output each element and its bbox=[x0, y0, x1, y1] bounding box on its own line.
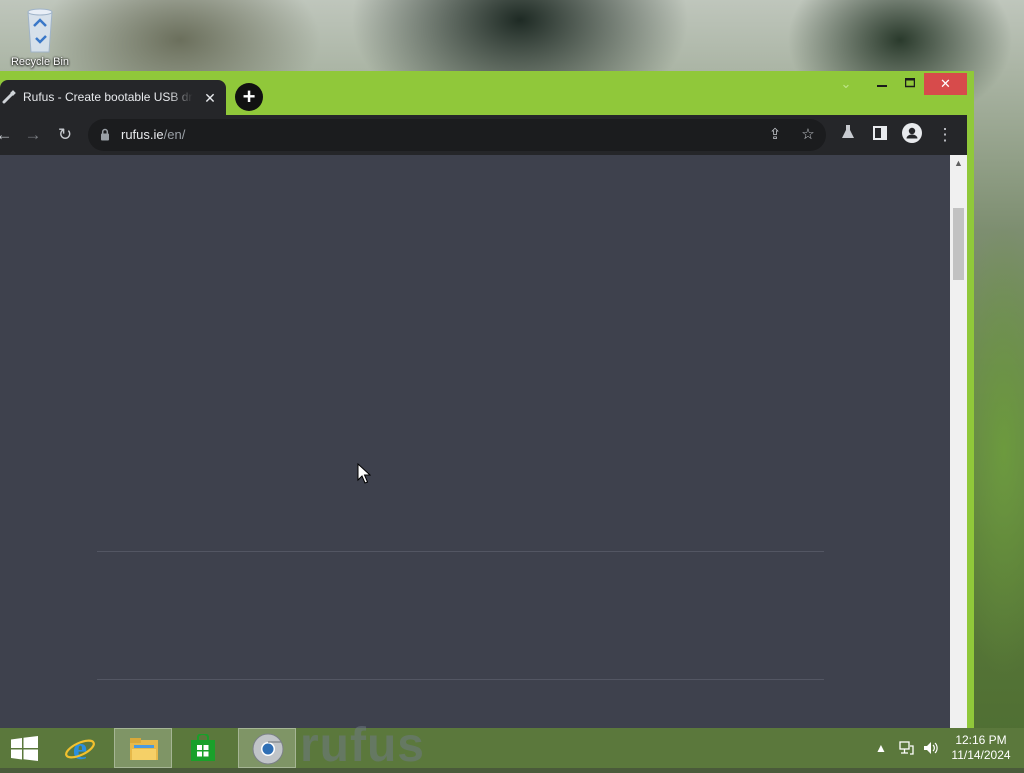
rufus-usb-icon bbox=[2, 90, 16, 104]
scroll-thumb[interactable] bbox=[953, 208, 964, 280]
profile-icon[interactable] bbox=[900, 123, 924, 147]
plus-icon: + bbox=[242, 84, 256, 109]
clock-time: 12:16 PM bbox=[955, 733, 1007, 747]
mouse-cursor-icon bbox=[357, 463, 371, 484]
forward-arrow-icon: → bbox=[24, 125, 42, 144]
show-hidden-icons-chevron[interactable]: ▲ bbox=[873, 740, 889, 756]
new-tab-button[interactable]: + bbox=[235, 83, 263, 111]
windows-store-icon bbox=[191, 734, 215, 761]
url-path: /en/ bbox=[163, 127, 186, 142]
scroll-up-arrow-icon[interactable]: ▲ bbox=[950, 155, 967, 172]
lock-icon bbox=[101, 128, 109, 141]
share-icon[interactable]: ⇪ bbox=[765, 125, 785, 145]
rufus-watermark: rufus bbox=[300, 719, 425, 772]
svg-text:e: e bbox=[73, 732, 87, 764]
minimize-icon bbox=[877, 85, 887, 87]
browser-toolbar: ← → ↻ rufus.ie/en/ ⇪ ☆ ⋮ bbox=[0, 115, 967, 155]
taskbar-chrome[interactable] bbox=[238, 728, 296, 768]
windows-start-icon bbox=[11, 736, 38, 761]
minimize-button[interactable] bbox=[872, 73, 892, 95]
close-icon: ✕ bbox=[940, 76, 951, 91]
side-panel-icon[interactable] bbox=[868, 123, 892, 147]
recycle-bin-label: Recycle Bin bbox=[10, 56, 70, 68]
divider bbox=[97, 551, 824, 552]
system-clock[interactable]: 12:16 PM 11/14/2024 bbox=[948, 733, 1014, 763]
recycle-bin-icon bbox=[27, 8, 53, 53]
page-content bbox=[0, 155, 950, 728]
volume-icon[interactable] bbox=[922, 740, 938, 756]
taskbar-file-explorer[interactable] bbox=[114, 728, 172, 768]
maximize-button[interactable] bbox=[900, 73, 920, 95]
close-icon[interactable]: ✕ bbox=[201, 89, 219, 107]
kebab-menu-icon[interactable]: ⋮ bbox=[933, 123, 957, 147]
tab-title: Rufus - Create bootable USB drives the e… bbox=[23, 90, 193, 104]
internet-explorer-icon: e bbox=[65, 732, 95, 764]
file-explorer-icon bbox=[130, 738, 158, 760]
network-icon[interactable] bbox=[898, 740, 914, 756]
taskbar: e ▲ 12:16 PM 11/14/2024 bbox=[0, 728, 1024, 768]
forward-button[interactable]: → bbox=[21, 123, 45, 147]
divider bbox=[97, 679, 824, 680]
taskbar-internet-explorer[interactable]: e bbox=[56, 728, 104, 768]
labs-flask-icon[interactable] bbox=[836, 123, 860, 147]
recycle-bin[interactable]: Recycle Bin bbox=[6, 4, 74, 68]
reload-icon: ↻ bbox=[57, 125, 73, 144]
bookmark-star-icon[interactable]: ☆ bbox=[798, 125, 818, 145]
tab-rufus[interactable]: Rufus - Create bootable USB drives the e… bbox=[0, 80, 226, 115]
vertical-scrollbar[interactable]: ▲ bbox=[950, 155, 967, 728]
taskbar-windows-store[interactable] bbox=[178, 728, 228, 768]
browser-window: Rufus - Create bootable USB drives the e… bbox=[0, 71, 974, 728]
back-arrow-icon: ← bbox=[0, 125, 13, 144]
reload-button[interactable]: ↻ bbox=[53, 123, 77, 147]
clock-date: 11/14/2024 bbox=[951, 748, 1011, 762]
start-button[interactable] bbox=[0, 728, 48, 768]
url-host: rufus.ie bbox=[121, 127, 164, 142]
close-window-button[interactable]: ✕ bbox=[924, 73, 967, 95]
address-bar[interactable]: rufus.ie/en/ ⇪ ☆ bbox=[88, 119, 826, 151]
maximize-icon bbox=[904, 77, 916, 88]
back-button[interactable]: ← bbox=[0, 123, 16, 147]
chevron-down-icon[interactable]: ⌄ bbox=[836, 73, 856, 95]
title-bar: Rufus - Create bootable USB drives the e… bbox=[0, 71, 974, 115]
chrome-icon bbox=[252, 733, 284, 765]
url-text[interactable]: rufus.ie/en/ bbox=[121, 127, 185, 142]
